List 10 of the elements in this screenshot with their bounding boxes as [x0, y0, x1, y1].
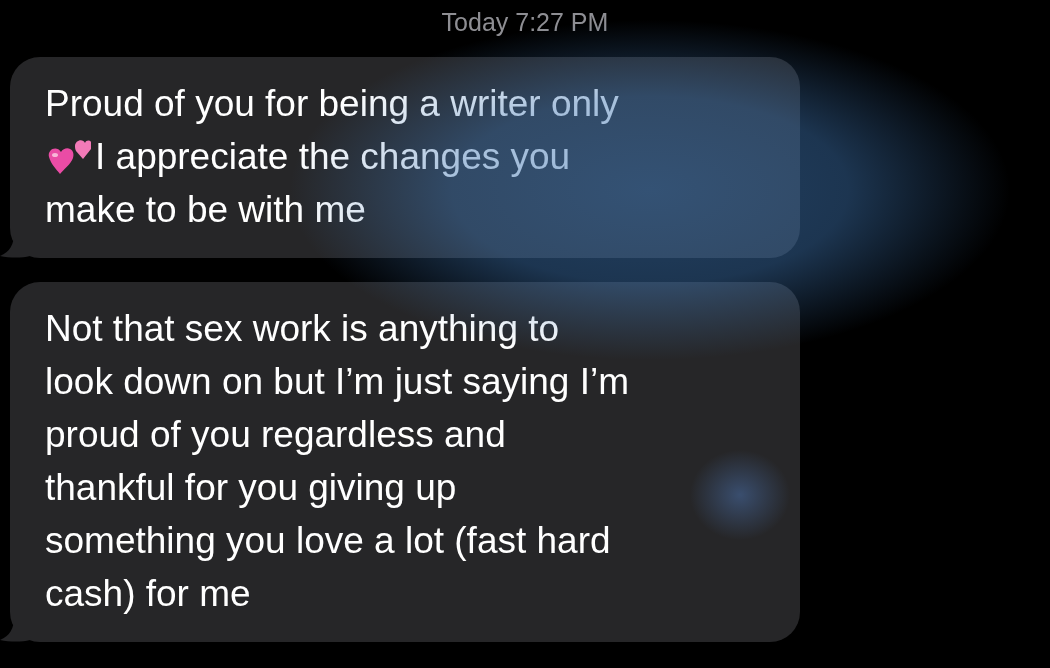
message-text: cash) for me: [45, 572, 251, 616]
message-text: Proud of you for being a writer only: [45, 82, 619, 126]
message-timestamp: Today 7:27 PM: [441, 7, 609, 38]
message-text: Not that sex work is anything to: [45, 307, 560, 351]
message-text: look down on but I’m just saying I’m: [45, 360, 630, 404]
message-text: make to be with me: [45, 188, 366, 232]
message-text: I appreciate the changes you: [95, 135, 571, 179]
message-text: something you love a lot (fast hard: [45, 519, 611, 563]
message-text: proud of you regardless and: [45, 413, 506, 457]
message-text: thankful for you giving up: [45, 466, 457, 510]
